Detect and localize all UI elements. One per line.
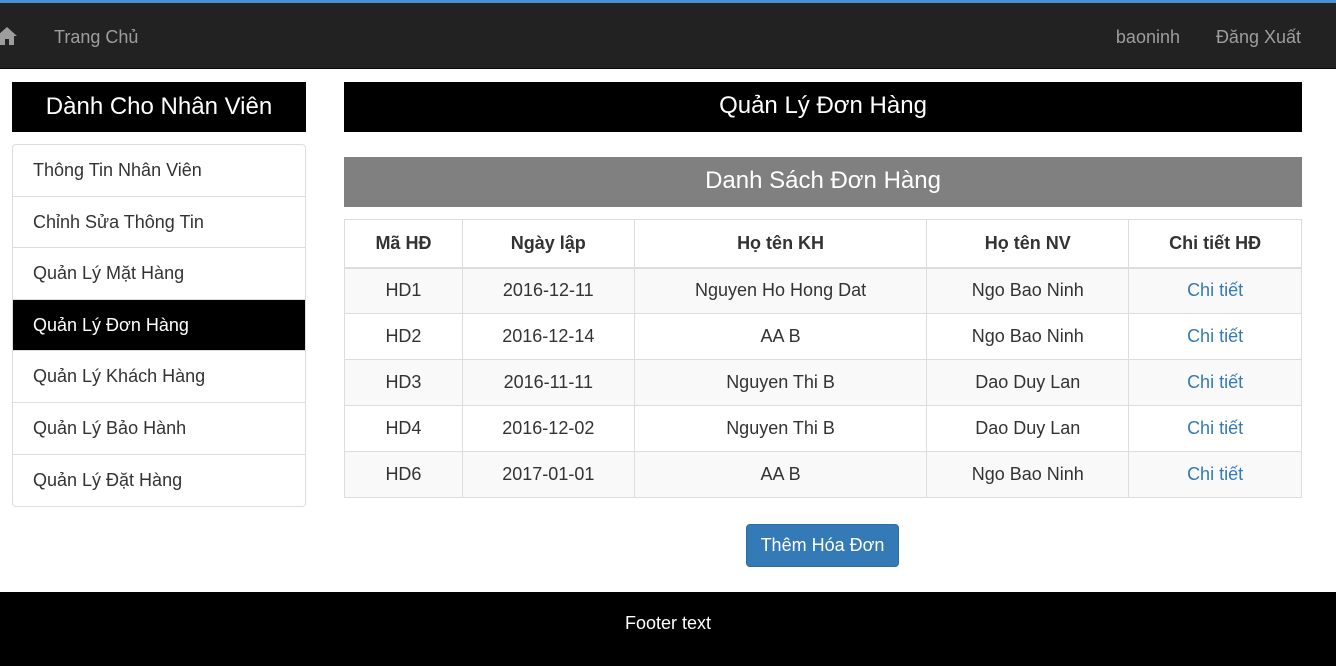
customer-name-cell: AA B bbox=[633, 451, 928, 498]
column-header-employee[interactable]: Họ tên NV bbox=[926, 219, 1130, 269]
table-row: HD3 2016-11-11 Nguyen Thi B Dao Duy Lan … bbox=[344, 359, 1302, 406]
table-row: HD2 2016-12-14 AA B Ngo Bao Ninh Chi tiế… bbox=[344, 313, 1302, 360]
detail-cell: Chi tiết bbox=[1128, 267, 1302, 314]
section-title: Danh Sách Đơn Hàng bbox=[344, 157, 1302, 207]
detail-link[interactable]: Chi tiết bbox=[1187, 418, 1243, 438]
employee-name-cell: Dao Duy Lan bbox=[926, 405, 1130, 452]
order-date-cell: 2016-11-11 bbox=[461, 359, 635, 406]
top-navbar: Trang Chủ baoninh Đăng Xuất bbox=[0, 3, 1336, 69]
employee-name-cell: Ngo Bao Ninh bbox=[926, 451, 1130, 498]
detail-link[interactable]: Chi tiết bbox=[1187, 372, 1243, 392]
sidebar-title: Dành Cho Nhân Viên bbox=[12, 82, 306, 132]
table-row: HD4 2016-12-02 Nguyen Thi B Dao Duy Lan … bbox=[344, 405, 1302, 452]
column-header-order-id[interactable]: Mã HĐ bbox=[344, 219, 463, 269]
employee-name-cell: Ngo Bao Ninh bbox=[926, 267, 1130, 314]
page-title: Quản Lý Đơn Hàng bbox=[344, 82, 1302, 132]
detail-cell: Chi tiết bbox=[1128, 405, 1302, 452]
customer-name-cell: AA B bbox=[633, 313, 928, 360]
customer-name-cell: Nguyen Thi B bbox=[633, 405, 928, 452]
add-invoice-button[interactable]: Thêm Hóa Đơn bbox=[746, 524, 899, 567]
column-header-date[interactable]: Ngày lập bbox=[461, 219, 635, 269]
sidebar-item-edit-info[interactable]: Chỉnh Sửa Thông Tin bbox=[13, 197, 305, 249]
detail-link[interactable]: Chi tiết bbox=[1187, 280, 1243, 300]
nav-username-link[interactable]: baoninh bbox=[1116, 27, 1180, 47]
order-id-cell: HD3 bbox=[344, 359, 463, 406]
orders-table: Mã HĐ Ngày lập Họ tên KH Họ tên NV Chi t… bbox=[344, 219, 1302, 498]
order-date-cell: 2016-12-02 bbox=[461, 405, 635, 452]
nav-home-link[interactable]: Trang Chủ bbox=[54, 27, 138, 47]
customer-name-cell: Nguyen Thi B bbox=[633, 359, 928, 406]
column-header-customer[interactable]: Họ tên KH bbox=[633, 219, 928, 269]
order-date-cell: 2016-12-11 bbox=[461, 267, 635, 314]
detail-cell: Chi tiết bbox=[1128, 313, 1302, 360]
employee-name-cell: Dao Duy Lan bbox=[926, 359, 1130, 406]
home-icon[interactable] bbox=[0, 25, 18, 47]
order-id-cell: HD2 bbox=[344, 313, 463, 360]
order-id-cell: HD6 bbox=[344, 451, 463, 498]
table-row: HD1 2016-12-11 Nguyen Ho Hong Dat Ngo Ba… bbox=[344, 267, 1302, 314]
order-date-cell: 2016-12-14 bbox=[461, 313, 635, 360]
customer-name-cell: Nguyen Ho Hong Dat bbox=[633, 267, 928, 314]
sidebar-item-purchase-orders[interactable]: Quản Lý Đặt Hàng bbox=[13, 455, 305, 507]
sidebar-item-warranty[interactable]: Quản Lý Bảo Hành bbox=[13, 403, 305, 455]
table-header-row: Mã HĐ Ngày lập Họ tên KH Họ tên NV Chi t… bbox=[344, 219, 1302, 269]
order-date-cell: 2017-01-01 bbox=[461, 451, 635, 498]
table-row: HD6 2017-01-01 AA B Ngo Bao Ninh Chi tiế… bbox=[344, 451, 1302, 498]
sidebar-item-customers[interactable]: Quản Lý Khách Hàng bbox=[13, 351, 305, 403]
detail-cell: Chi tiết bbox=[1128, 359, 1302, 406]
column-header-detail[interactable]: Chi tiết HĐ bbox=[1128, 219, 1302, 269]
sidebar-item-products[interactable]: Quản Lý Mặt Hàng bbox=[13, 248, 305, 300]
sidebar-item-orders[interactable]: Quản Lý Đơn Hàng bbox=[13, 299, 305, 352]
sidebar-menu: Thông Tin Nhân Viên Chỉnh Sửa Thông Tin … bbox=[12, 144, 306, 508]
detail-link[interactable]: Chi tiết bbox=[1187, 326, 1243, 346]
detail-cell: Chi tiết bbox=[1128, 451, 1302, 498]
employee-name-cell: Ngo Bao Ninh bbox=[926, 313, 1130, 360]
sidebar-item-employee-info[interactable]: Thông Tin Nhân Viên bbox=[13, 145, 305, 197]
page-footer: Footer text bbox=[0, 592, 1336, 666]
nav-logout-link[interactable]: Đăng Xuất bbox=[1216, 27, 1301, 47]
order-id-cell: HD4 bbox=[344, 405, 463, 452]
detail-link[interactable]: Chi tiết bbox=[1187, 464, 1243, 484]
order-id-cell: HD1 bbox=[344, 267, 463, 314]
